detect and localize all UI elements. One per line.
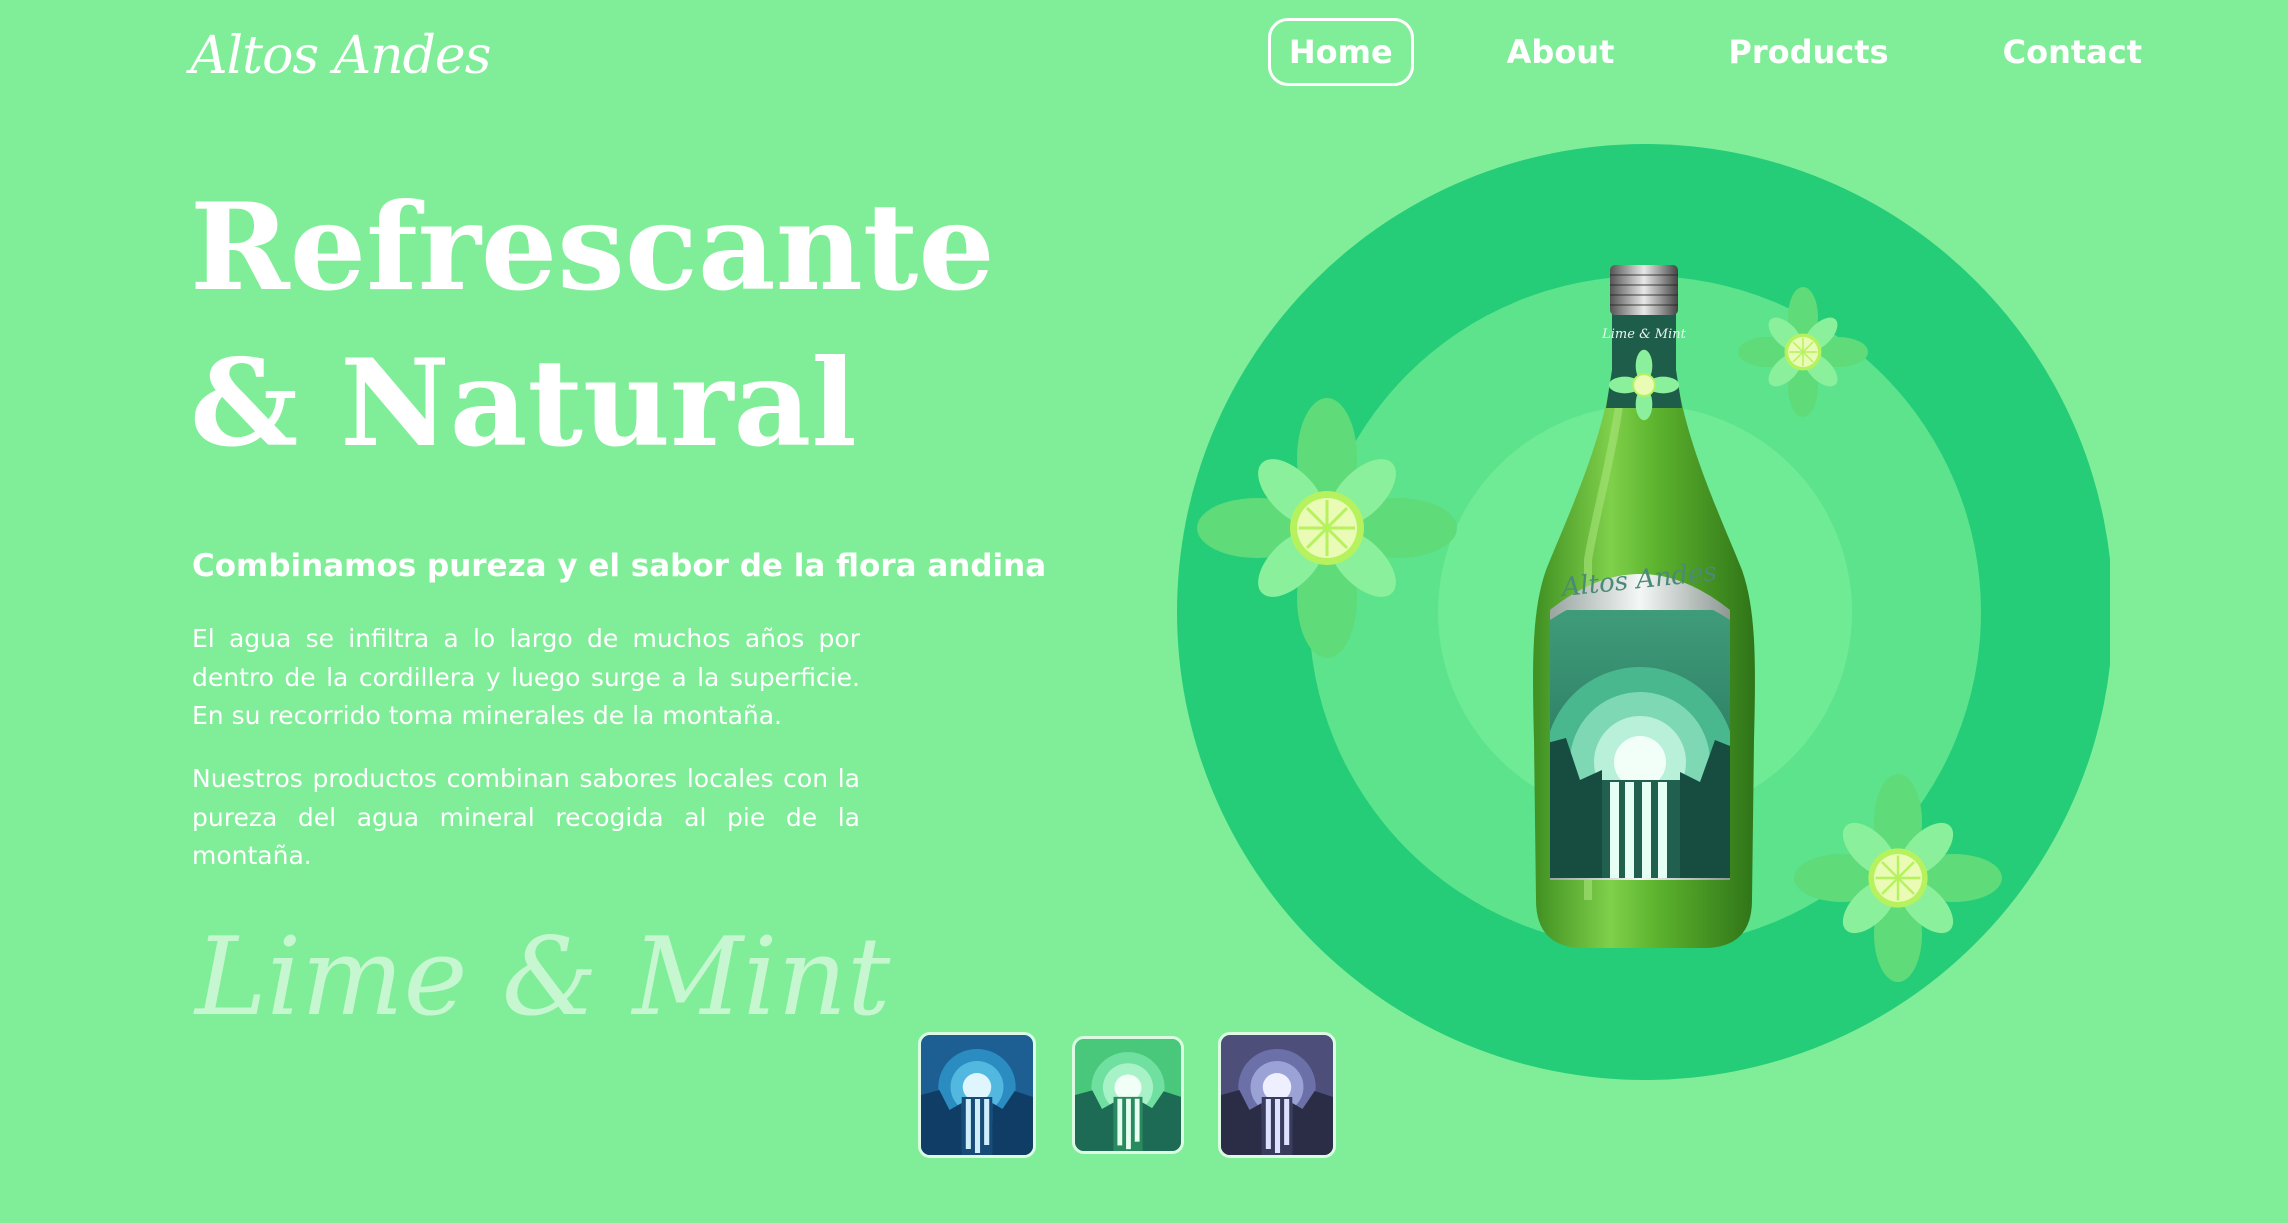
hero-title-line1: Refrescante	[190, 177, 995, 318]
thumbnail-lime-mint[interactable]	[1072, 1036, 1184, 1154]
thumbnail-night-blue[interactable]	[918, 1032, 1036, 1158]
hero-title-line2: & Natural	[190, 333, 857, 474]
hero-visual: Lime & Mint Altos Andes	[1170, 140, 2110, 1080]
bottle-neck-label: Lime & Mint	[1601, 327, 1686, 342]
main-nav: Home About Products Contact	[1196, 18, 2163, 86]
brand-logo[interactable]: Altos Andes	[190, 26, 491, 86]
hero-paragraph-2: Nuestros productos combinan sabores loca…	[192, 764, 860, 870]
hero-title: Refrescante & Natural	[190, 170, 995, 482]
waterfall-mint-icon	[1075, 1039, 1181, 1151]
flavor-name: Lime & Mint	[195, 915, 891, 1040]
hero-paragraph-1: El agua se infiltra a lo largo de muchos…	[192, 624, 860, 730]
nav-products[interactable]: Products	[1707, 18, 1909, 86]
hero-subtitle: Combinamos pureza y el sabor de la flora…	[192, 548, 1047, 584]
waterfall-night-icon	[921, 1035, 1033, 1155]
nav-home[interactable]: Home	[1267, 18, 1414, 86]
nav-about[interactable]: About	[1486, 18, 1636, 86]
bottle-illustration: Lime & Mint Altos Andes	[1177, 144, 2110, 1080]
nav-contact[interactable]: Contact	[1982, 18, 2163, 86]
bottle-label: Altos Andes	[1550, 557, 1730, 880]
